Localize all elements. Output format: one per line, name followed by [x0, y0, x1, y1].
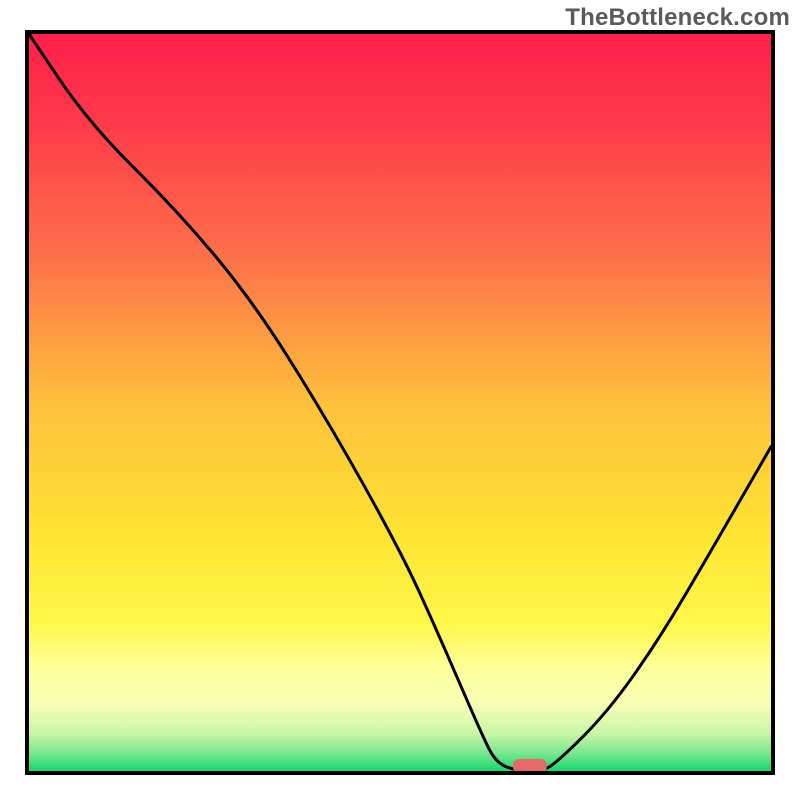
- optimal-marker: [513, 759, 547, 771]
- plot-svg: [29, 34, 771, 771]
- gradient-background: [29, 34, 771, 771]
- watermark-text: TheBottleneck.com: [565, 4, 790, 32]
- chart-frame: TheBottleneck.com: [0, 0, 800, 800]
- plot-area: [25, 30, 775, 775]
